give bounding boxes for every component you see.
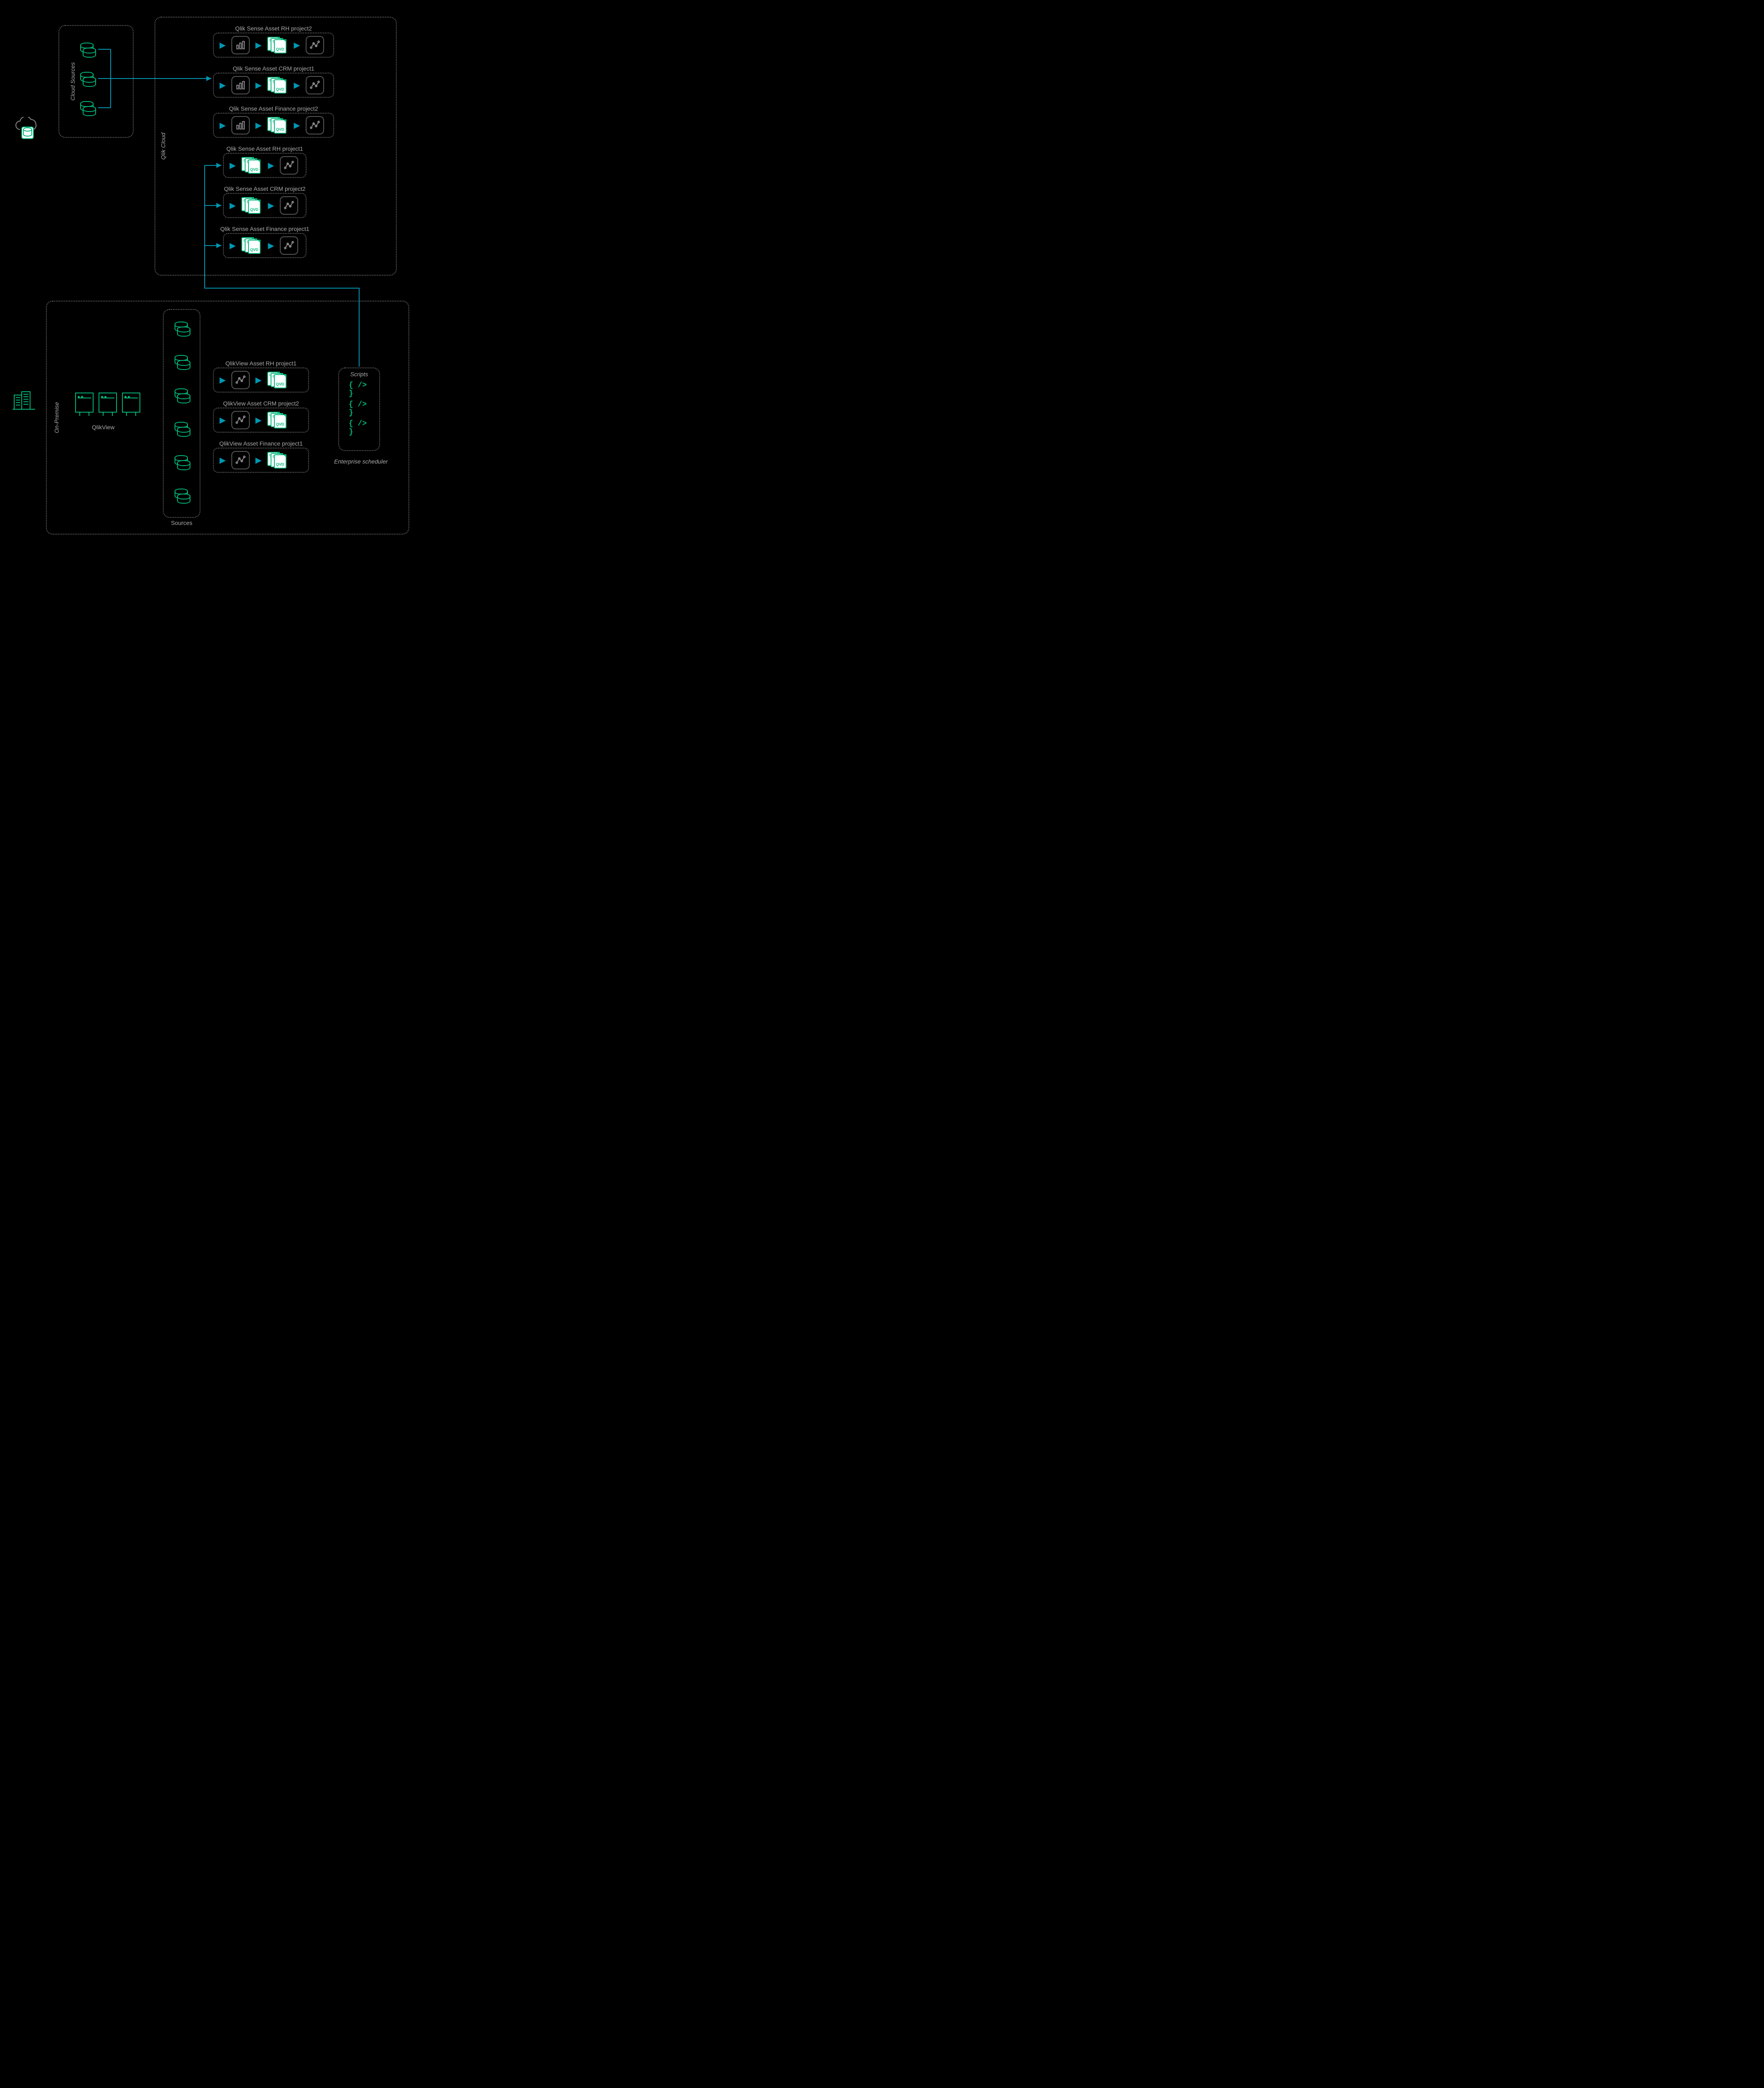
- on-premise-label: On-Premise: [53, 402, 60, 433]
- sources-region: Sources: [163, 309, 200, 518]
- scripts-title: Scripts: [339, 371, 379, 378]
- chart-icon: [231, 76, 250, 94]
- enterprise-scheduler-label: Enterprise scheduler: [334, 458, 384, 465]
- flow-arrow-icon: ▶: [256, 41, 261, 50]
- qlikview-asset: QlikView Asset RH project1 ▶ ▶ QV QV QVD: [213, 367, 309, 393]
- chart-icon: [280, 236, 298, 255]
- script-icon: { /> }: [349, 403, 370, 415]
- qlik-sense-asset: Qlik Sense Asset CRM project2 ▶ QV QV QV…: [223, 193, 307, 218]
- source-db: [175, 355, 189, 371]
- chart-icon: [231, 411, 250, 429]
- qvd-files-icon: QV QV QVD: [267, 412, 288, 428]
- qvd-files-icon: QV QV QVD: [241, 197, 262, 214]
- source-db: [175, 455, 189, 471]
- qvd-files-icon: QV QV QVD: [241, 237, 262, 254]
- flow-arrow-icon: ▶: [230, 161, 236, 170]
- chart-icon: [280, 196, 298, 215]
- chart-icon: [306, 36, 324, 54]
- building-icon: [13, 388, 35, 412]
- qvd-files-icon: QV QV QVD: [267, 37, 288, 53]
- flow-arrow-icon: ▶: [230, 201, 236, 210]
- qvd-files-icon: QV QV QVD: [267, 117, 288, 134]
- flow-arrow-icon: ▶: [294, 41, 300, 50]
- architecture-diagram: Cloud Sources Qlik Cloud On-Premise Sour…: [17, 17, 418, 543]
- flow-arrow-icon: ▶: [256, 81, 261, 90]
- flow-arrow-icon: ▶: [256, 121, 261, 130]
- qvd-files-icon: QV QV QVD: [241, 157, 262, 174]
- qlikview-label: QlikView: [92, 424, 114, 431]
- chart-icon: [231, 371, 250, 389]
- qlikview-servers: [75, 393, 140, 413]
- flow-arrow-icon: ▶: [220, 81, 226, 90]
- chart-icon: [231, 116, 250, 134]
- chart-icon: [306, 76, 324, 94]
- scripts-region: Scripts { /> } { /> } { /> } Enterprise …: [338, 367, 380, 451]
- qvd-files-icon: QV QV QVD: [267, 452, 288, 469]
- flow-arrow-icon: ▶: [268, 161, 274, 170]
- qlikview-asset: QlikView Asset CRM project2 ▶ ▶ QV QV QV…: [213, 408, 309, 433]
- source-db: [175, 322, 189, 337]
- source-db: [175, 489, 189, 504]
- qlik-sense-asset: Qlik Sense Asset Finance project1 ▶ QV Q…: [223, 233, 307, 258]
- cloud-sources-label: Cloud Sources: [69, 62, 76, 101]
- flow-arrow-icon: ▶: [220, 456, 226, 465]
- source-db: [175, 388, 189, 404]
- flow-arrow-icon: ▶: [256, 456, 261, 465]
- flow-arrow-icon: ▶: [256, 376, 261, 385]
- cloud-source-db: [80, 43, 94, 58]
- cloud-source-db: [80, 72, 94, 88]
- flow-arrow-icon: ▶: [220, 121, 226, 130]
- qlik-sense-asset: Qlik Sense Asset RH project1 ▶ QV QV QVD…: [223, 153, 307, 178]
- cloud-with-db-icon: [13, 117, 42, 142]
- cloud-sources-region: Cloud Sources: [58, 25, 134, 138]
- chart-icon: [231, 451, 250, 469]
- server-icon: [99, 393, 117, 413]
- chart-icon: [231, 36, 250, 54]
- flow-arrow-icon: ▶: [220, 41, 226, 50]
- flow-arrow-icon: ▶: [294, 121, 300, 130]
- qvd-files-icon: QV QV QVD: [267, 77, 288, 94]
- source-db: [175, 422, 189, 438]
- server-icon: [75, 393, 94, 413]
- chart-icon: [306, 116, 324, 134]
- flow-arrow-icon: ▶: [294, 81, 300, 90]
- qlik-sense-asset: Qlik Sense Asset Finance project2 ▶ ▶ QV…: [213, 113, 334, 138]
- qlik-sense-asset: Qlik Sense Asset CRM project1 ▶ ▶ QV QV …: [213, 73, 334, 98]
- flow-arrow-icon: ▶: [220, 376, 226, 385]
- flow-arrow-icon: ▶: [256, 416, 261, 425]
- chart-icon: [280, 156, 298, 175]
- cloud-source-db: [80, 101, 94, 117]
- qlik-cloud-label: Qlik Cloud: [160, 133, 166, 160]
- flow-arrow-icon: ▶: [230, 241, 236, 250]
- qlik-sense-asset: Qlik Sense Asset RH project2 ▶ ▶ QV QV Q…: [213, 33, 334, 58]
- script-icon: { /> }: [349, 383, 370, 396]
- qvd-files-icon: QV QV QVD: [267, 372, 288, 388]
- flow-arrow-icon: ▶: [268, 201, 274, 210]
- script-icon: { /> }: [349, 422, 370, 434]
- server-icon: [122, 393, 140, 413]
- flow-arrow-icon: ▶: [220, 416, 226, 425]
- sources-label: Sources: [171, 519, 192, 526]
- flow-arrow-icon: ▶: [268, 241, 274, 250]
- qlikview-asset: QlikView Asset Finance project1 ▶ ▶ QV Q…: [213, 448, 309, 473]
